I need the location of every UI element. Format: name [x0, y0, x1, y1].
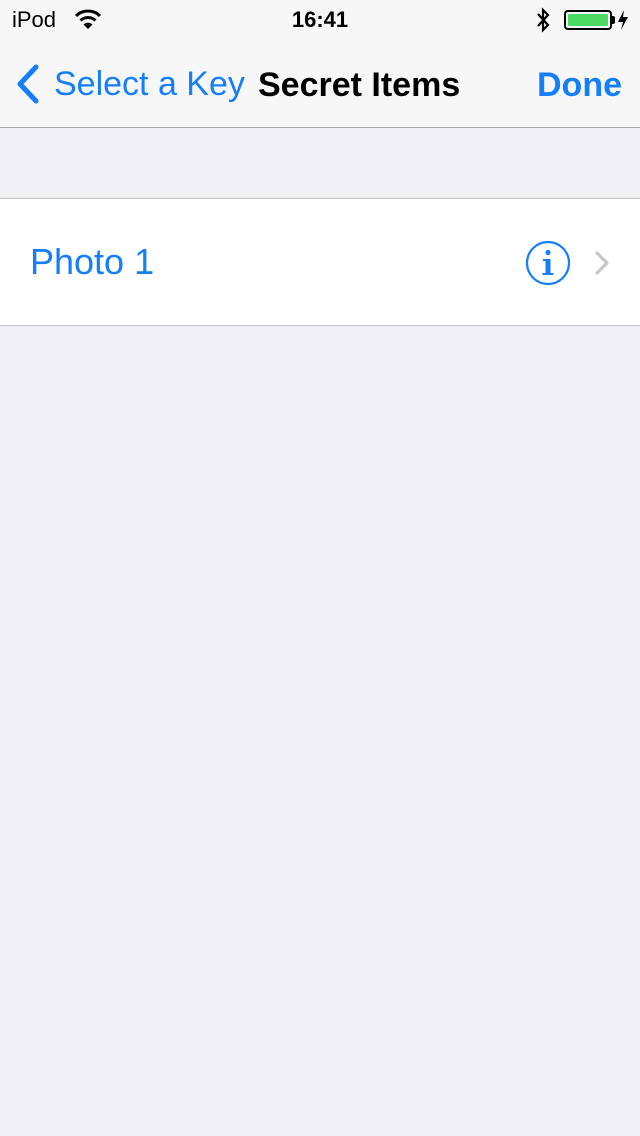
- status-bar: iPod 16:41: [0, 0, 640, 40]
- list-item-label: Photo 1: [30, 241, 155, 282]
- battery-icon: [564, 10, 612, 30]
- top-chrome: iPod 16:41 Select a Key Secret Items Don…: [0, 0, 640, 128]
- back-button[interactable]: Select a Key: [14, 60, 245, 108]
- charging-icon: [618, 10, 628, 30]
- back-chevron-icon: [17, 64, 39, 104]
- battery-tip: [612, 16, 615, 24]
- back-button-label: Select a Key: [54, 64, 245, 103]
- info-icon[interactable]: [525, 240, 571, 286]
- screen: iPod 16:41 Select a Key Secret Items Don…: [0, 0, 640, 1136]
- list-item[interactable]: Photo 1: [0, 199, 640, 325]
- items-table: Photo 1: [0, 198, 640, 326]
- battery-fill: [568, 14, 608, 26]
- page-title: Secret Items: [258, 66, 461, 104]
- done-button[interactable]: Done: [537, 66, 622, 105]
- bluetooth-icon: [537, 7, 550, 33]
- navigation-bar: Select a Key Secret Items Done: [0, 40, 640, 128]
- chevron-right-icon: [595, 251, 609, 275]
